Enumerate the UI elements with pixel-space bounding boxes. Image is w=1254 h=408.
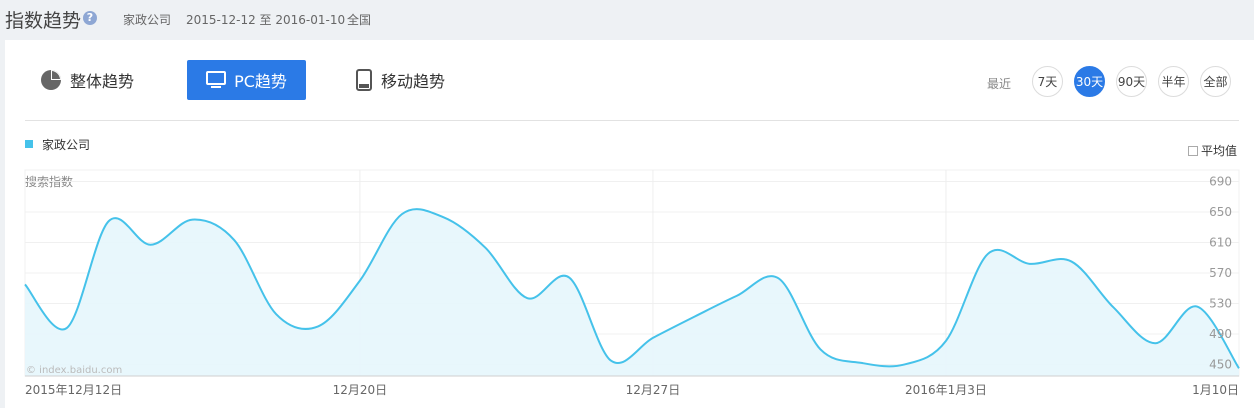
page-title: 指数趋势 [5, 10, 82, 32]
y-tick-label: 650 [1209, 205, 1232, 219]
series-area-fill [25, 209, 1239, 376]
data-point[interactable] [441, 215, 446, 220]
data-point[interactable] [23, 282, 28, 287]
data-point[interactable] [399, 212, 404, 217]
data-point[interactable] [106, 219, 111, 224]
data-point[interactable] [567, 275, 572, 280]
data-point[interactable] [609, 358, 614, 363]
trend-card: 整体趋势 PC趋势 移动趋势 最近 7天 30天 90天 半年 全部 家政公司 … [5, 40, 1254, 408]
data-point[interactable] [943, 338, 948, 343]
x-tick-label: 1月10日 [1192, 383, 1239, 397]
data-point[interactable] [985, 251, 990, 256]
data-point[interactable] [1237, 366, 1242, 371]
data-point[interactable] [692, 314, 697, 319]
watermark: © index.baidu.com [26, 365, 122, 376]
data-point[interactable] [734, 293, 739, 298]
date-range-label: 2015-12-12 至 2016-01-10 [186, 13, 346, 27]
x-tick-label: 12月27日 [626, 383, 681, 397]
data-point[interactable] [483, 245, 488, 250]
x-axis-ticks: 2015年12月12日 12月20日 12月27日 2016年1月3日 1月10日 [25, 383, 1239, 397]
data-point[interactable] [902, 362, 907, 367]
data-point[interactable] [860, 361, 865, 366]
data-point[interactable] [1111, 305, 1116, 310]
y-tick-label: 530 [1209, 297, 1232, 311]
data-point[interactable] [274, 312, 279, 317]
data-point[interactable] [1027, 261, 1032, 266]
y-tick-label: 570 [1209, 266, 1232, 280]
page-header: 指数趋势 ? 家政公司 2015-12-12 至 2016-01-10 全国 [0, 0, 1254, 40]
trend-chart[interactable]: 2015年12月12日 12月20日 12月27日 2016年1月3日 1月10日 69… [5, 40, 1254, 408]
data-point[interactable] [1153, 341, 1158, 346]
x-tick-label: 2015年12月12日 [25, 383, 122, 397]
data-point[interactable] [64, 325, 69, 330]
data-point[interactable] [316, 324, 321, 329]
data-point[interactable] [1069, 259, 1074, 264]
data-point[interactable] [650, 335, 655, 340]
help-icon[interactable]: ? [83, 11, 97, 25]
keyword-label: 家政公司 [123, 13, 172, 27]
chart-area [23, 208, 1242, 377]
data-point[interactable] [232, 238, 237, 243]
data-point[interactable] [1195, 304, 1200, 309]
y-tick-label: 690 [1209, 174, 1232, 188]
data-point[interactable] [190, 217, 195, 222]
data-point[interactable] [776, 276, 781, 281]
data-point[interactable] [525, 296, 530, 301]
x-tick-label: 12月20日 [333, 383, 388, 397]
x-tick-label: 2016年1月3日 [905, 383, 987, 397]
y-tick-label: 610 [1209, 235, 1232, 249]
data-point[interactable] [148, 242, 153, 247]
region-label: 全国 [347, 13, 372, 27]
y-tick-label: 490 [1209, 327, 1232, 341]
data-point[interactable] [818, 347, 823, 352]
data-point[interactable] [357, 278, 362, 283]
y-tick-label: 450 [1209, 358, 1232, 372]
